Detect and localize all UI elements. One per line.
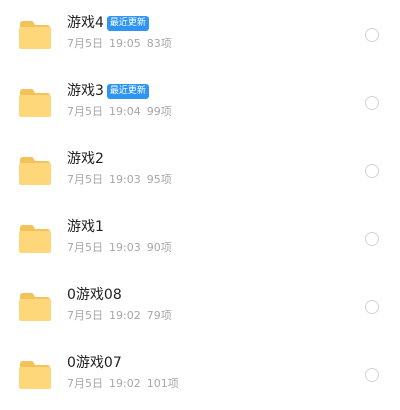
recent-update-badge: 最近更新	[106, 83, 149, 99]
select-radio[interactable]	[365, 28, 379, 42]
select-radio[interactable]	[365, 232, 379, 246]
folder-name: 0游戏08	[67, 287, 122, 303]
folder-date: 7月5日	[67, 377, 103, 390]
folder-item-count: 83项	[146, 37, 172, 50]
folder-body-shape	[19, 163, 51, 185]
folder-body-shape	[19, 231, 51, 253]
folder-icon	[18, 360, 52, 390]
folder-icon	[18, 20, 52, 50]
folder-name: 游戏4	[67, 15, 104, 31]
folder-title-line: 游戏2	[67, 149, 104, 169]
folder-body-shape	[19, 367, 51, 389]
folder-meta: 7月5日 19:03 90项	[67, 240, 172, 256]
folder-name: 0游戏07	[67, 355, 122, 371]
folder-item-count: 79项	[146, 309, 172, 322]
folder-date: 7月5日	[67, 105, 103, 118]
folder-item-count: 90项	[146, 241, 172, 254]
folder-list: 游戏4 最近更新 7月5日 19:05 83项 游戏3 最近更新 7月5日 19:04…	[0, 0, 400, 400]
folder-title-line: 游戏3 最近更新	[67, 81, 149, 101]
folder-time: 19:02	[109, 377, 141, 390]
folder-date: 7月5日	[67, 37, 103, 50]
folder-meta: 7月5日 19:05 83项	[67, 36, 172, 52]
folder-time: 19:04	[109, 105, 141, 118]
folder-title-line: 游戏1	[67, 217, 104, 237]
folder-icon	[18, 88, 52, 118]
folder-icon	[18, 292, 52, 322]
select-radio[interactable]	[365, 300, 379, 314]
folder-row[interactable]: 游戏2 7月5日 19:03 95项	[0, 142, 400, 206]
folder-row[interactable]: 游戏3 最近更新 7月5日 19:04 99项	[0, 74, 400, 138]
select-radio[interactable]	[365, 164, 379, 178]
folder-name: 游戏3	[67, 83, 104, 99]
folder-meta: 7月5日 19:04 99项	[67, 104, 172, 120]
folder-row[interactable]: 0游戏07 7月5日 19:02 101项	[0, 346, 400, 410]
folder-name: 游戏2	[67, 151, 104, 167]
folder-item-count: 99项	[146, 105, 172, 118]
folder-icon	[18, 224, 52, 254]
folder-meta: 7月5日 19:03 95项	[67, 172, 172, 188]
folder-item-count: 101项	[146, 377, 179, 390]
folder-title-line: 0游戏08	[67, 285, 122, 305]
folder-date: 7月5日	[67, 241, 103, 254]
folder-row[interactable]: 游戏4 最近更新 7月5日 19:05 83项	[0, 6, 400, 70]
folder-item-count: 95项	[146, 173, 172, 186]
folder-date: 7月5日	[67, 309, 103, 322]
folder-meta: 7月5日 19:02 101项	[67, 376, 179, 392]
folder-meta: 7月5日 19:02 79项	[67, 308, 172, 324]
folder-row[interactable]: 0游戏08 7月5日 19:02 79项	[0, 278, 400, 342]
folder-time: 19:05	[109, 37, 141, 50]
folder-name: 游戏1	[67, 219, 104, 235]
folder-title-line: 游戏4 最近更新	[67, 13, 149, 33]
folder-body-shape	[19, 27, 51, 49]
folder-body-shape	[19, 299, 51, 321]
folder-date: 7月5日	[67, 173, 103, 186]
folder-title-line: 0游戏07	[67, 353, 122, 373]
folder-icon	[18, 156, 52, 186]
select-radio[interactable]	[365, 96, 379, 110]
folder-time: 19:02	[109, 309, 141, 322]
folder-row[interactable]: 游戏1 7月5日 19:03 90项	[0, 210, 400, 274]
select-radio[interactable]	[365, 368, 379, 382]
folder-time: 19:03	[109, 173, 141, 186]
recent-update-badge: 最近更新	[106, 15, 149, 31]
folder-time: 19:03	[109, 241, 141, 254]
folder-body-shape	[19, 95, 51, 117]
